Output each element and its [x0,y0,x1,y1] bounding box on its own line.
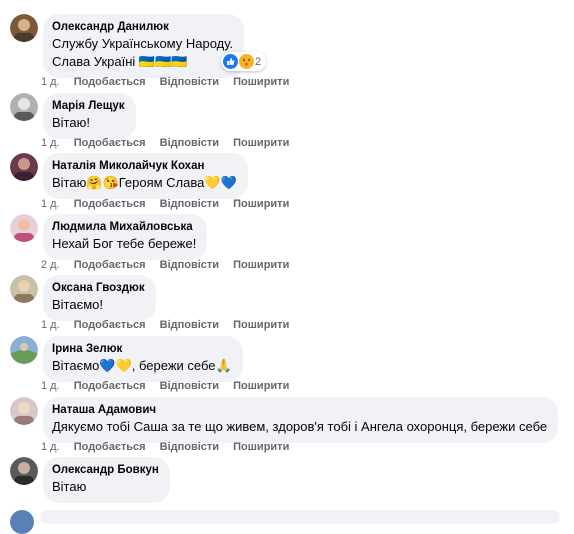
avatar[interactable] [10,457,38,485]
comment-author[interactable]: Олександр Бовкун [52,463,159,478]
avatar[interactable] [10,14,38,42]
share-button[interactable]: Поширити [233,380,289,392]
like-button[interactable]: Подобається [74,137,146,149]
comment-author[interactable]: Олександр Данилюк [52,20,233,35]
write-comment-input[interactable] [40,510,560,524]
comment-time[interactable]: 1 д. [41,441,60,453]
comment-time[interactable]: 1 д. [41,76,60,88]
comment-time[interactable]: 1 д. [41,319,60,331]
comment-author[interactable]: Оксана Гвоздюк [52,281,145,296]
reply-button[interactable]: Відповісти [160,380,219,392]
comment-actions: 1 д. Подобається Відповісти Поширити [41,198,300,210]
comment-actions: 1 д. Подобається Відповісти Поширити [41,319,300,331]
comment-actions: 1 д. Подобається Відповісти Поширити [41,76,300,88]
avatar[interactable] [10,336,38,364]
comment-time[interactable]: 1 д. [41,137,60,149]
comment-actions: 1 д. Подобається Відповісти Поширити [41,441,300,453]
share-button[interactable]: Поширити [233,137,289,149]
care-hug-icon [239,54,254,69]
like-button[interactable]: Подобається [74,76,146,88]
current-user-avatar [10,510,34,534]
comment-text-line: Вітаю🤗😘Героям Слава💛💙 [52,175,237,190]
comment-time[interactable]: 2 д. [41,259,60,271]
comment-actions: 1 д. Подобається Відповісти Поширити [41,380,300,392]
thumbs-up-icon [223,54,238,69]
comment-author[interactable]: Наталія Миколайчук Кохан [52,159,237,174]
comment-bubble: Ірина Зелюк Вітаємо💙💛, бережи себе🙏 [43,336,243,382]
avatar[interactable] [10,153,38,181]
comment-text-line: Вітаю [52,479,87,494]
reaction-summary[interactable]: 2 [221,52,267,71]
comment-text-line: Службу Українському Народу. [52,36,234,51]
like-button[interactable]: Подобається [74,198,146,210]
comment-author[interactable]: Марія Лещук [52,99,125,114]
avatar[interactable] [10,93,38,121]
comment-actions: 2 д. Подобається Відповісти Поширити [41,259,300,271]
comment-actions: 1 д. Подобається Відповісти Поширити [41,137,300,149]
previous-content-strip [0,0,574,6]
comment-author[interactable]: Ірина Зелюк [52,342,232,357]
comment-author[interactable]: Людмила Михайловська [52,220,196,235]
share-button[interactable]: Поширити [233,198,289,210]
comment-time[interactable]: 1 д. [41,380,60,392]
like-button[interactable]: Подобається [74,259,146,271]
share-button[interactable]: Поширити [233,441,289,453]
reaction-count: 2 [255,55,262,68]
reply-button[interactable]: Відповісти [160,441,219,453]
reply-button[interactable]: Відповісти [160,319,219,331]
reply-button[interactable]: Відповісти [160,198,219,210]
comment-author[interactable]: Наташа Адамович [52,403,547,418]
comment-bubble: Наталія Миколайчук Кохан Вітаю🤗😘Героям С… [43,153,248,199]
like-button[interactable]: Подобається [74,441,146,453]
share-button[interactable]: Поширити [233,76,289,88]
reply-button[interactable]: Відповісти [160,137,219,149]
reply-button[interactable]: Відповісти [160,259,219,271]
comment-bubble: Оксана Гвоздюк Вітаємо! [43,275,156,321]
share-button[interactable]: Поширити [233,259,289,271]
comment-time[interactable]: 1 д. [41,198,60,210]
comment-text-line: Слава Україні 🇺🇦🇺🇦🇺🇦 [52,54,188,69]
comment-text-line: Вітаємо! [52,297,104,312]
comment-bubble: Марія Лещук Вітаю! [43,93,136,139]
avatar[interactable] [10,275,38,303]
comment-bubble: Олександр Данилюк Службу Українському На… [43,14,245,78]
avatar[interactable] [10,214,38,242]
like-button[interactable]: Подобається [74,380,146,392]
comment-text-line: Дякуємо тобі Саша за те що живем, здоров… [52,419,548,434]
reply-button[interactable]: Відповісти [160,76,219,88]
comment-bubble: Олександр Бовкун Вітаю [43,457,170,503]
share-button[interactable]: Поширити [233,319,289,331]
like-button[interactable]: Подобається [74,319,146,331]
comment-text-line: Нехай Бог тебе береже! [52,236,197,251]
avatar[interactable] [10,397,38,425]
comment-text-line: Вітаємо💙💛, бережи себе🙏 [52,358,232,373]
comment-text-line: Вітаю! [52,115,90,130]
comment-bubble: Людмила Михайловська Нехай Бог тебе бере… [43,214,208,260]
comment-bubble: Наташа Адамович Дякуємо тобі Саша за те … [43,397,559,443]
